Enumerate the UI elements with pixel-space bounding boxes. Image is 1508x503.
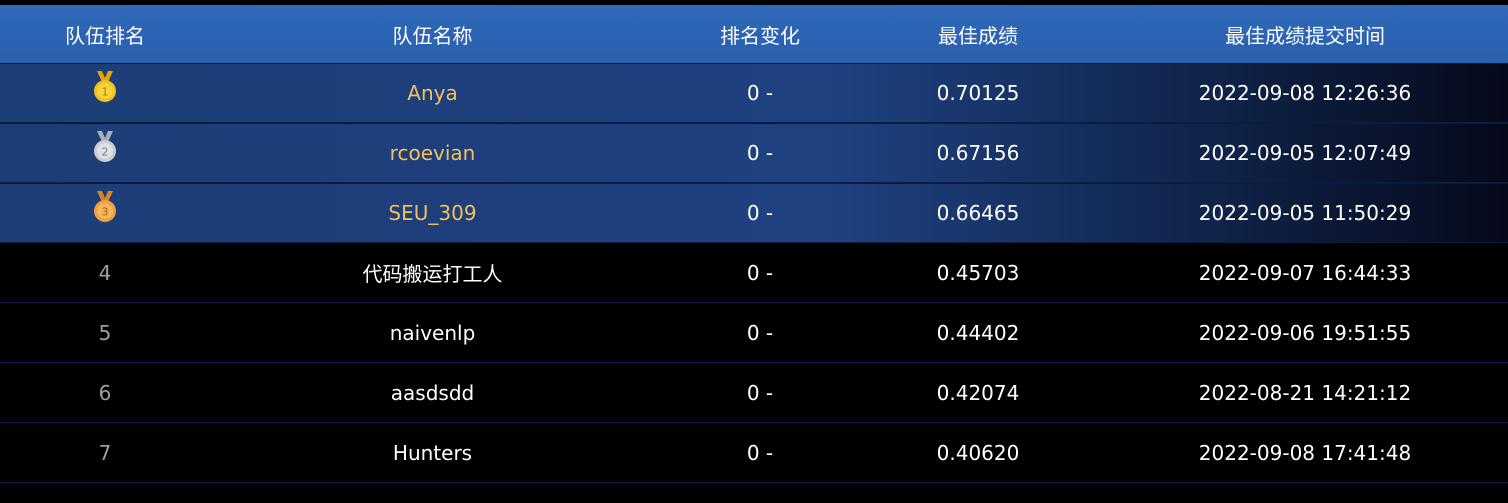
rank-change: 0 - <box>746 201 774 225</box>
submit-time: 2022-09-06 19:51:55 <box>1198 320 1412 345</box>
svg-text:2: 2 <box>102 146 109 159</box>
submit-time: 2022-09-08 17:41:48 <box>1198 440 1412 465</box>
rank-change: 0 - <box>746 320 774 345</box>
table-row: 3 SEU_309 0 - 0.66465 2022-09-05 11:50:2… <box>0 183 1508 243</box>
table-row: 6 aasdsdd 0 - 0.42074 2022-08-21 14:21:1… <box>0 363 1508 423</box>
svg-text:3: 3 <box>102 206 109 219</box>
rank-change: 0 - <box>746 440 774 465</box>
best-score: 0.44402 <box>936 320 1020 345</box>
rank-change: 0 - <box>746 380 774 405</box>
rank-number: 5 <box>98 320 112 345</box>
gold-medal-icon: 1 <box>92 70 118 104</box>
table-row: 2 rcoevian 0 - 0.67156 2022-09-05 12:07:… <box>0 123 1508 183</box>
team-name[interactable]: SEU_309 <box>210 184 655 242</box>
rank-number: 4 <box>98 260 112 285</box>
rank-number: 6 <box>98 380 112 405</box>
team-name[interactable]: Hunters <box>210 423 655 482</box>
team-name[interactable]: aasdsdd <box>210 363 655 422</box>
best-score: 0.67156 <box>936 141 1020 165</box>
best-score: 0.42074 <box>936 380 1020 405</box>
submit-time: 2022-09-07 16:44:33 <box>1198 260 1412 285</box>
submit-time: 2022-09-08 12:26:36 <box>1198 81 1412 105</box>
rank-cell: 3 <box>0 184 210 242</box>
header-best-score: 最佳成绩 <box>938 23 1018 48</box>
bronze-medal-icon: 3 <box>92 190 118 224</box>
svg-text:1: 1 <box>102 86 109 99</box>
header-rank-change: 排名变化 <box>720 23 800 48</box>
submit-time: 2022-09-05 12:07:49 <box>1198 141 1412 165</box>
submit-time: 2022-08-21 14:21:12 <box>1198 380 1412 405</box>
team-name[interactable]: 代码搬运打工人 <box>210 243 655 302</box>
rank-number: 7 <box>98 440 112 465</box>
rank-change: 0 - <box>746 141 774 165</box>
table-header: 队伍排名 队伍名称 排名变化 最佳成绩 最佳成绩提交时间 <box>0 5 1508 63</box>
table-row: 4 代码搬运打工人 0 - 0.45703 2022-09-07 16:44:3… <box>0 243 1508 303</box>
table-row: 5 naivenlp 0 - 0.44402 2022-09-06 19:51:… <box>0 303 1508 363</box>
header-team-name: 队伍名称 <box>392 23 473 48</box>
best-score: 0.66465 <box>936 201 1020 225</box>
rank-cell: 1 <box>0 64 210 122</box>
team-name[interactable]: Anya <box>210 64 655 122</box>
rank-change: 0 - <box>746 81 774 105</box>
best-score: 0.45703 <box>936 260 1020 285</box>
table-row: 7 Hunters 0 - 0.40620 2022-09-08 17:41:4… <box>0 423 1508 483</box>
silver-medal-icon: 2 <box>92 130 118 164</box>
best-score: 0.40620 <box>936 440 1020 465</box>
team-name[interactable]: rcoevian <box>210 124 655 182</box>
best-score: 0.70125 <box>936 81 1020 105</box>
leaderboard-table: 队伍排名 队伍名称 排名变化 最佳成绩 最佳成绩提交时间 1 Anya 0 - … <box>0 5 1508 483</box>
team-name[interactable]: naivenlp <box>210 303 655 362</box>
rank-cell: 2 <box>0 124 210 182</box>
submit-time: 2022-09-05 11:50:29 <box>1198 201 1412 225</box>
header-rank: 队伍排名 <box>65 23 145 48</box>
rank-change: 0 - <box>746 260 774 285</box>
table-row: 1 Anya 0 - 0.70125 2022-09-08 12:26:36 <box>0 63 1508 123</box>
header-submit-time: 最佳成绩提交时间 <box>1225 23 1385 48</box>
